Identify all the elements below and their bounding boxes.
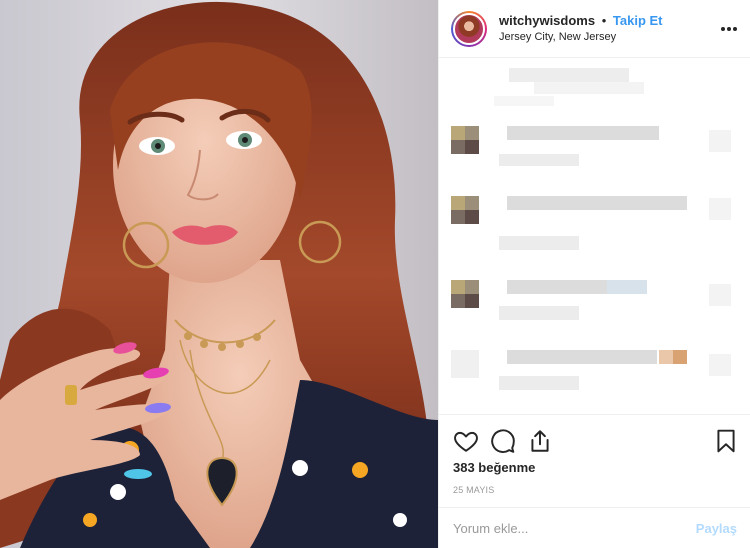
comment-bar: Paylaş bbox=[439, 507, 750, 548]
separator-dot: • bbox=[601, 12, 607, 28]
author-info: witchywisdoms • Takip Et Jersey City, Ne… bbox=[499, 13, 663, 45]
bookmark-icon[interactable] bbox=[713, 428, 739, 454]
avatar[interactable] bbox=[451, 10, 487, 47]
post-actions: 383 beğenme 25 MAYIS bbox=[439, 414, 750, 506]
follow-button[interactable]: Takip Et bbox=[613, 13, 663, 28]
portrait-illustration bbox=[0, 0, 438, 548]
post-header: witchywisdoms • Takip Et Jersey City, Ne… bbox=[439, 0, 750, 58]
comments-list-blurred bbox=[439, 58, 750, 414]
comment-input[interactable] bbox=[453, 520, 696, 536]
speech-bubble-icon[interactable] bbox=[490, 428, 516, 454]
more-horizontal-icon[interactable] bbox=[721, 27, 737, 31]
post-photo[interactable] bbox=[0, 0, 438, 548]
share-upload-icon[interactable] bbox=[527, 428, 553, 454]
heart-icon[interactable] bbox=[453, 428, 479, 454]
post-comment-button[interactable]: Paylaş bbox=[696, 521, 737, 536]
post-location[interactable]: Jersey City, New Jersey bbox=[499, 30, 663, 45]
post-side-panel: witchywisdoms • Takip Et Jersey City, Ne… bbox=[438, 0, 750, 548]
post-date[interactable]: 25 MAYIS bbox=[453, 485, 494, 495]
like-count[interactable]: 383 beğenme bbox=[453, 460, 535, 475]
author-username[interactable]: witchywisdoms bbox=[499, 13, 595, 28]
